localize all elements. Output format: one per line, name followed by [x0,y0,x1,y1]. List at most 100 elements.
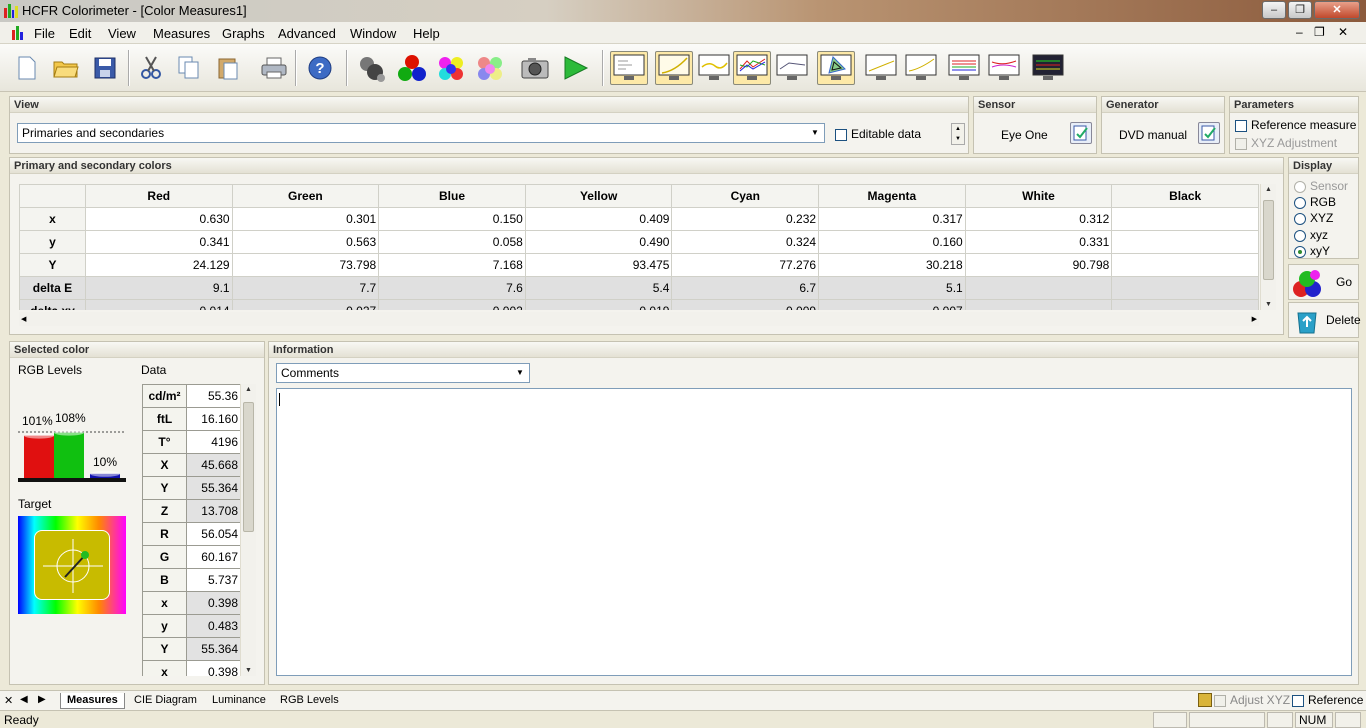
display-option-xyz-upper[interactable]: XYZ [1294,211,1333,225]
view-cie-diagram-icon[interactable] [817,51,855,85]
menu-measures[interactable]: Measures [153,26,210,41]
table-cell[interactable]: 0.563 [231,230,380,254]
mdi-close-button[interactable]: ✕ [1338,25,1348,39]
table-cell[interactable]: 7.168 [378,253,526,277]
generator-config-icon[interactable] [1198,122,1220,144]
open-folder-icon[interactable] [49,51,83,85]
table-cell[interactable]: 90.798 [964,253,1113,277]
table-cell[interactable]: 0.058 [378,230,526,254]
information-select[interactable]: Comments ▼ [276,363,530,383]
secondaries-measure-icon[interactable] [434,51,468,85]
table-cell[interactable]: 93.475 [524,253,673,277]
table-cell[interactable]: 24.129 [84,253,233,277]
table-cell[interactable]: 30.218 [818,253,966,277]
table-cell[interactable] [1111,253,1259,277]
scroll-thumb[interactable] [1263,200,1274,280]
menu-help[interactable]: Help [413,26,440,41]
table-cell[interactable] [964,276,1113,300]
table-cell[interactable] [1111,230,1259,254]
table-cell[interactable]: 73.798 [231,253,380,277]
table-cell[interactable]: 0.630 [84,207,233,231]
table-cell[interactable]: 0.490 [524,230,673,254]
tab-rgb-levels[interactable]: RGB Levels [274,693,345,709]
mdi-restore-button[interactable]: ❐ [1314,25,1325,39]
tab-next-icon[interactable]: ▶ [38,694,46,705]
tab-luminance[interactable]: Luminance [206,693,272,709]
delete-button[interactable]: Delete [1288,302,1361,338]
adjust-xyz-checkbox[interactable]: Adjust XYZ [1214,693,1290,707]
cut-icon[interactable] [134,51,168,85]
mdi-minimize-button[interactable]: – [1296,25,1303,39]
data-table-vscroll[interactable]: ▲ ▼ [240,384,256,676]
view-color-temp-icon[interactable] [773,51,811,85]
display-option-xyy[interactable]: xyY [1294,244,1330,258]
table-cell[interactable]: 0.317 [818,207,966,231]
menu-file[interactable]: File [34,26,55,41]
table-cell[interactable]: 0.160 [818,230,966,254]
primary-table-vscroll[interactable]: ▲ ▼ [1260,184,1276,310]
table-cell[interactable]: 0.341 [84,230,233,254]
close-tab-icon[interactable]: ✕ [4,694,13,707]
table-cell[interactable]: 0.409 [524,207,673,231]
scroll-thumb[interactable] [243,402,254,532]
editable-data-check[interactable] [835,128,847,141]
table-cell[interactable]: 0.331 [964,230,1113,254]
view-spinner[interactable]: ▲ ▼ [951,123,965,145]
close-button[interactable]: ✕ [1314,1,1360,19]
view-gamma-icon[interactable] [655,51,693,85]
xyz-adjustment-check[interactable] [1235,137,1247,150]
table-cell[interactable]: 0.150 [378,207,526,231]
table-cell[interactable]: 5.4 [524,276,673,300]
view-graph-2-icon[interactable] [902,51,940,85]
view-select[interactable]: Primaries and secondaries ▼ [17,123,825,143]
reference-measure-check[interactable] [1235,119,1247,132]
new-doc-icon[interactable] [10,51,44,85]
camera-icon[interactable] [518,51,552,85]
help-icon[interactable]: ? [303,51,337,85]
table-cell[interactable]: 77.276 [671,253,820,277]
display-option-rgb[interactable]: RGB [1294,195,1336,209]
xyz-adjustment-checkbox[interactable]: XYZ Adjustment [1235,136,1337,150]
play-icon[interactable] [558,51,592,85]
save-icon[interactable] [88,51,122,85]
menu-window[interactable]: Window [350,26,396,41]
view-graph-5-icon[interactable] [1029,51,1067,85]
sensor-probe-icon[interactable] [355,51,389,85]
view-graph-3-icon[interactable] [945,51,983,85]
menu-graphs[interactable]: Graphs [222,26,265,41]
table-cell[interactable] [1111,276,1259,300]
menu-edit[interactable]: Edit [69,26,91,41]
table-cell[interactable]: 5.1 [818,276,966,300]
table-cell[interactable] [1111,207,1259,231]
table-cell[interactable]: 9.1 [84,276,233,300]
editable-data-checkbox[interactable]: Editable data [835,127,921,141]
reference-checkbox[interactable]: Reference [1292,693,1363,707]
tab-prev-icon[interactable]: ◀ [20,694,28,705]
sensor-config-icon[interactable] [1070,122,1092,144]
print-icon[interactable] [257,51,291,85]
view-luminance-icon[interactable] [695,51,733,85]
display-option-sensor[interactable]: Sensor [1294,179,1348,193]
view-graph-1-icon[interactable] [862,51,900,85]
tab-measures[interactable]: Measures [60,693,125,709]
primaries-measure-icon[interactable] [395,51,429,85]
reference-measure-checkbox[interactable]: Reference measure [1235,118,1356,132]
table-cell[interactable]: 7.7 [231,276,380,300]
tab-cie-diagram[interactable]: CIE Diagram [128,693,203,709]
paste-icon[interactable] [211,51,245,85]
menu-advanced[interactable]: Advanced [278,26,336,41]
table-cell[interactable]: 6.7 [671,276,820,300]
display-option-xyz-lower[interactable]: xyz [1294,228,1328,242]
table-cell[interactable]: 0.324 [671,230,820,254]
table-cell[interactable]: 0.232 [671,207,820,231]
copy-icon[interactable] [172,51,206,85]
all-colors-measure-icon[interactable] [473,51,507,85]
view-graph-4-icon[interactable] [985,51,1023,85]
menu-view[interactable]: View [108,26,136,41]
go-button[interactable]: Go [1288,264,1359,300]
comments-textarea[interactable] [276,388,1352,676]
table-cell[interactable]: 7.6 [378,276,526,300]
table-cell[interactable]: 0.301 [231,207,380,231]
view-rgb-levels-icon[interactable] [733,51,771,85]
restore-button[interactable]: ❐ [1288,1,1312,19]
